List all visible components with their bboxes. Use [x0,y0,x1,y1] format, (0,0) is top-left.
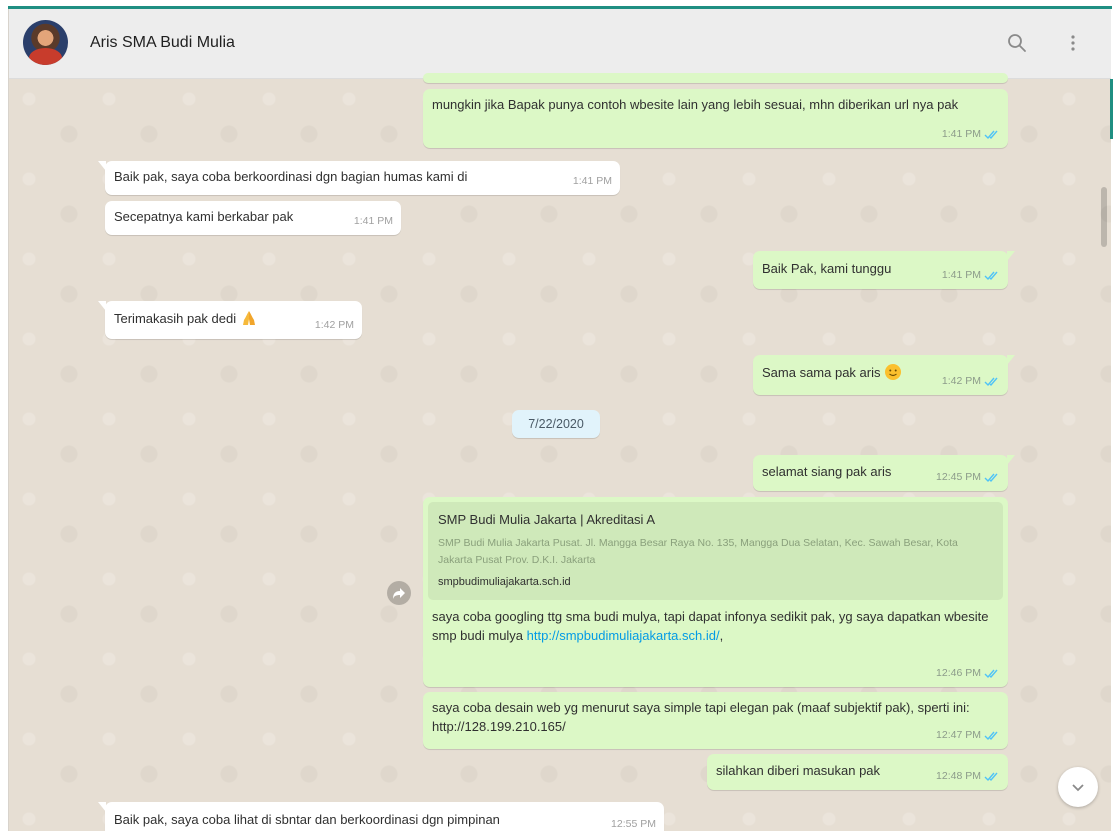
message-content: saya coba googling ttg sma budi mulya, t… [423,600,1008,645]
message-text: Sama sama pak aris [762,365,881,380]
message-text: Terimakasih pak dedi [114,311,237,326]
scrollbar[interactable] [1101,187,1107,247]
message-meta: 1:42 PM [942,372,1000,391]
contact-name[interactable]: Aris SMA Budi Mulia [90,34,235,52]
forward-button[interactable] [387,581,411,605]
link-preview-domain: smpbudimuliajakarta.sch.id [438,576,571,588]
message-bubble-out[interactable]: Baik Pak, kami tunggu 1:41 PM [753,251,1015,289]
message-time: 1:41 PM [353,215,393,227]
message-time: 12:45 PM [936,471,981,483]
message-bubble-in[interactable]: Terimakasih pak dedi 1:42 PM [98,301,362,339]
accent-edge [1110,79,1113,139]
message-text: saya coba desain web yg menurut saya sim… [432,700,970,734]
search-icon[interactable] [1005,31,1029,55]
avatar[interactable] [23,20,68,65]
link-preview[interactable]: SMP Budi Mulia Jakarta | Akreditasi A SM… [428,502,1003,600]
forward-icon [393,588,405,599]
message-meta: 12:45 PM [936,468,1000,487]
double-check-icon [984,731,998,741]
message-bubble-in[interactable]: Baik pak, saya coba berkoordinasi dgn ba… [98,161,620,195]
message-time: 12:46 PM [936,667,981,679]
double-check-icon [984,772,998,782]
message-time: 12:48 PM [936,770,981,782]
message-meta: 12:48 PM [936,767,1000,786]
message-bubble-out[interactable]: mungkin jika Bapak punya contoh wbesite … [423,89,1008,148]
message-bubble-out[interactable]: saya coba desain web yg menurut saya sim… [423,692,1008,749]
kebab-menu-icon[interactable] [1061,31,1085,55]
smiling-face-emoji [885,364,902,380]
chat-window: Aris SMA Budi Mulia mungkin jika Bapak p… [8,9,1111,831]
message-time: 1:41 PM [941,128,981,140]
message-bubble-out[interactable]: SMP Budi Mulia Jakarta | Akreditasi A SM… [423,497,1008,687]
message-time: 1:41 PM [572,175,612,187]
message-bubble-in[interactable]: Baik pak, saya coba lihat di sbntar dan … [98,802,664,831]
message-bubble-out[interactable]: Sama sama pak aris 1:42 PM [753,355,1015,395]
double-check-icon [984,473,998,483]
praying-hands-emoji [242,311,255,325]
link-preview-title: SMP Budi Mulia Jakarta | Akreditasi A [438,512,656,527]
message-time: 1:42 PM [941,375,981,387]
message-text: Baik pak, saya coba berkoordinasi dgn ba… [114,169,468,184]
double-check-icon [984,669,998,679]
message-time: 12:47 PM [936,729,981,741]
message-time: 1:41 PM [941,269,981,281]
message-bubble-out[interactable]: silahkan diberi masukan pak 12:48 PM [707,754,1008,790]
chevron-down-icon [1072,784,1084,792]
message-time: 12:55 PM [611,818,656,830]
message-link[interactable]: http://smpbudimuliajakarta.sch.id/ [527,628,720,643]
message-text: mungkin jika Bapak punya contoh wbesite … [432,97,959,112]
message-text: Baik pak, saya coba lihat di sbntar dan … [114,812,500,827]
message-bubble-partial [423,73,1008,83]
message-meta: 1:42 PM [315,316,354,335]
message-meta: 1:41 PM [354,212,393,231]
message-meta: 12:47 PM [936,726,1000,745]
message-meta: 12:55 PM [611,815,656,831]
message-time: 1:42 PM [314,319,354,331]
message-meta: 1:41 PM [942,266,1000,285]
message-bubble-in[interactable]: Secepatnya kami berkabar pak 1:41 PM [105,201,401,235]
message-text-suffix: , [719,628,724,643]
message-list[interactable]: mungkin jika Bapak punya contoh wbesite … [9,73,1111,831]
message-meta: 1:41 PM [942,125,1000,144]
scroll-to-bottom-button[interactable] [1058,767,1098,807]
chat-header: Aris SMA Budi Mulia [9,9,1111,79]
date-separator: 7/22/2020 [512,410,600,438]
message-meta: 12:46 PM [936,664,1000,683]
message-meta: 1:41 PM [573,172,612,191]
link-preview-description: SMP Budi Mulia Jakarta Pusat. Jl. Mangga… [438,537,958,566]
message-bubble-out[interactable]: selamat siang pak aris 12:45 PM [753,455,1015,491]
top-border [0,0,1116,9]
double-check-icon [984,271,998,281]
double-check-icon [984,377,998,387]
double-check-icon [984,130,998,140]
